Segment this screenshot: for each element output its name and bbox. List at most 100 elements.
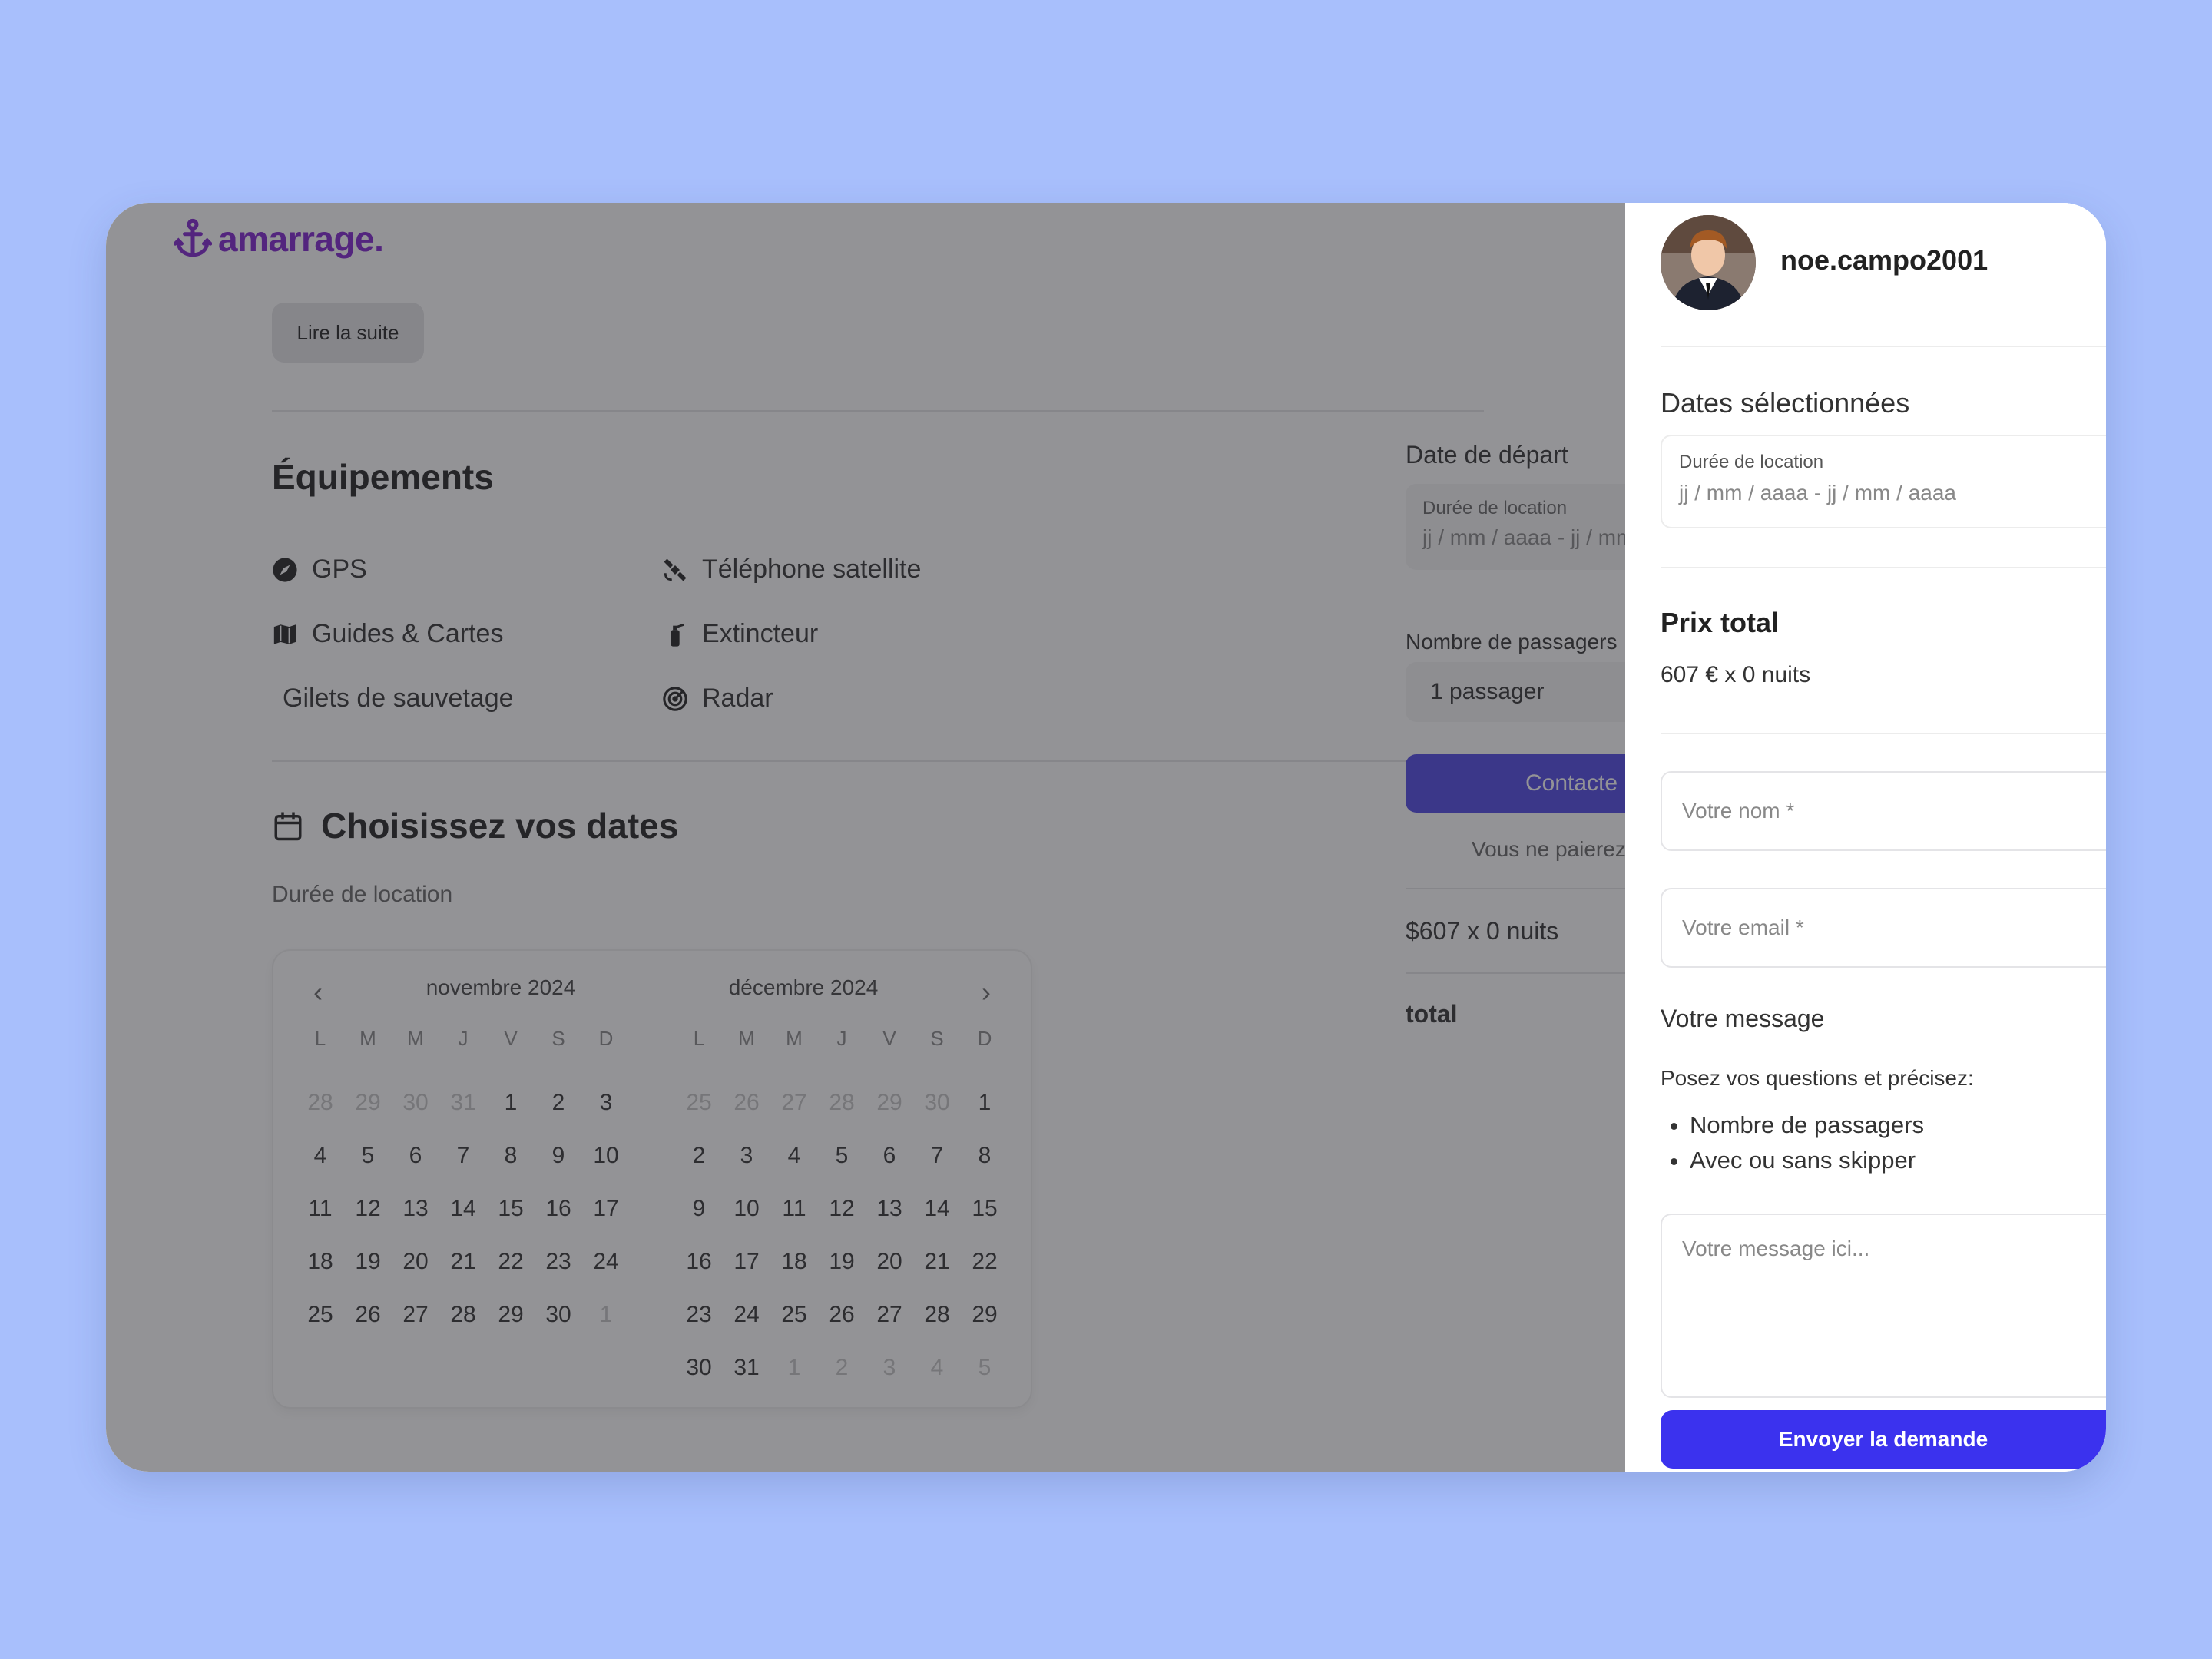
calendar-day[interactable]: 3 (723, 1129, 770, 1182)
calendar-day[interactable]: 22 (487, 1235, 535, 1288)
weekday-label: L (314, 1027, 326, 1050)
calendar-day[interactable]: 2 (535, 1076, 582, 1129)
calendar-day[interactable]: 6 (866, 1129, 913, 1182)
calendar-day[interactable]: 9 (535, 1129, 582, 1182)
month-title: décembre 2024 (728, 975, 879, 999)
calendar-day[interactable]: 5 (344, 1129, 392, 1182)
calendar-day[interactable]: 14 (439, 1182, 487, 1235)
calendar-day[interactable]: 26 (344, 1288, 392, 1341)
calendar-day[interactable]: 20 (392, 1235, 439, 1288)
calendar-day[interactable]: 29 (961, 1288, 1008, 1341)
calendar-day[interactable]: 30 (913, 1076, 961, 1129)
calendar-day[interactable]: 5 (961, 1341, 1008, 1394)
avatar (1661, 215, 1756, 310)
calendar-day[interactable]: 25 (675, 1076, 723, 1129)
calendar-day[interactable]: 28 (818, 1076, 866, 1129)
calendar-day[interactable]: 3 (582, 1076, 630, 1129)
calendar-day[interactable]: 23 (535, 1235, 582, 1288)
calendar-day[interactable]: 16 (675, 1235, 723, 1288)
calendar-day[interactable]: 15 (961, 1182, 1008, 1235)
calendar-day[interactable]: 1 (487, 1076, 535, 1129)
divider (1661, 346, 2106, 347)
calendar-day[interactable]: 13 (392, 1182, 439, 1235)
duration-field-label: Durée de location (1422, 498, 1568, 518)
calendar-day[interactable]: 22 (961, 1235, 1008, 1288)
duration-input[interactable]: Durée de location jj / mm / aaaa - jj / … (1406, 484, 1644, 570)
list-item: Avec ou sans skipper (1690, 1143, 1924, 1178)
calendar-day[interactable]: 23 (675, 1288, 723, 1341)
next-month-button[interactable]: › (972, 979, 1000, 1006)
calendar-day[interactable]: 6 (392, 1129, 439, 1182)
calendar-day[interactable]: 8 (487, 1129, 535, 1182)
calendar-day[interactable]: 4 (296, 1129, 344, 1182)
calendar-day[interactable]: 20 (866, 1235, 913, 1288)
calendar-day[interactable]: 26 (818, 1288, 866, 1341)
prev-month-button[interactable]: ‹ (304, 979, 332, 1006)
amenity-label: Téléphone satellite (702, 555, 922, 584)
send-request-button[interactable]: Envoyer la demande (1661, 1410, 2106, 1469)
calendar-day[interactable]: 30 (535, 1288, 582, 1341)
calendar-day[interactable]: 18 (296, 1235, 344, 1288)
calendar-day[interactable]: 16 (535, 1182, 582, 1235)
passengers-label: Nombre de passagers (1406, 630, 1618, 654)
calendar-day[interactable]: 29 (866, 1076, 913, 1129)
calendar-day[interactable]: 9 (675, 1182, 723, 1235)
calendar-day[interactable]: 18 (770, 1235, 818, 1288)
calendar-day[interactable]: 2 (818, 1341, 866, 1394)
calendar-day[interactable]: 28 (296, 1076, 344, 1129)
calendar-day[interactable]: 21 (439, 1235, 487, 1288)
calendar-day[interactable]: 4 (913, 1341, 961, 1394)
weekday-label: L (693, 1027, 705, 1050)
calendar-day[interactable]: 15 (487, 1182, 535, 1235)
calendar-day[interactable]: 1 (582, 1288, 630, 1341)
calendar-day[interactable]: 25 (770, 1288, 818, 1341)
calendar-day[interactable]: 13 (866, 1182, 913, 1235)
selected-dates-field[interactable]: Durée de location jj / mm / aaaa - jj / … (1661, 435, 2106, 528)
calendar-day[interactable]: 10 (723, 1182, 770, 1235)
passengers-select[interactable]: 1 passager (1406, 662, 1644, 722)
message-textarea[interactable]: Votre message ici... (1661, 1214, 2106, 1398)
choose-dates-heading: Choisissez vos dates (272, 805, 678, 846)
calendar-day[interactable]: 7 (439, 1129, 487, 1182)
calendar-day[interactable]: 21 (913, 1235, 961, 1288)
calendar-day[interactable]: 5 (818, 1129, 866, 1182)
calendar-day[interactable]: 30 (392, 1076, 439, 1129)
contact-button[interactable]: Contacte (1406, 754, 1659, 813)
amenity-label: Radar (702, 684, 773, 713)
logo[interactable]: amarrage. (174, 218, 384, 260)
calendar-day[interactable]: 31 (723, 1341, 770, 1394)
calendar-day[interactable]: 11 (770, 1182, 818, 1235)
calendar-day[interactable]: 30 (675, 1341, 723, 1394)
calendar-day[interactable]: 19 (344, 1235, 392, 1288)
calendar-day[interactable]: 7 (913, 1129, 961, 1182)
calendar-day[interactable]: 27 (392, 1288, 439, 1341)
calendar-day[interactable]: 29 (487, 1288, 535, 1341)
calendar-day[interactable]: 26 (723, 1076, 770, 1129)
calendar-day[interactable]: 27 (770, 1076, 818, 1129)
calendar-day[interactable]: 19 (818, 1235, 866, 1288)
calendar-day[interactable]: 27 (866, 1288, 913, 1341)
calendar-day[interactable]: 1 (770, 1341, 818, 1394)
calendar-day[interactable]: 17 (723, 1235, 770, 1288)
calendar-day[interactable]: 28 (439, 1288, 487, 1341)
calendar-day[interactable]: 24 (582, 1235, 630, 1288)
calendar-day[interactable]: 4 (770, 1129, 818, 1182)
calendar-day[interactable]: 29 (344, 1076, 392, 1129)
calendar-day[interactable]: 1 (961, 1076, 1008, 1129)
calendar-day[interactable]: 11 (296, 1182, 344, 1235)
calendar-day[interactable]: 28 (913, 1288, 961, 1341)
calendar-day[interactable]: 17 (582, 1182, 630, 1235)
calendar-day[interactable]: 12 (344, 1182, 392, 1235)
calendar-day[interactable]: 10 (582, 1129, 630, 1182)
calendar-day[interactable]: 31 (439, 1076, 487, 1129)
calendar-day[interactable]: 2 (675, 1129, 723, 1182)
calendar-day[interactable]: 8 (961, 1129, 1008, 1182)
email-input[interactable]: Votre email * (1661, 888, 2106, 968)
calendar-day[interactable]: 24 (723, 1288, 770, 1341)
name-input[interactable]: Votre nom * (1661, 771, 2106, 851)
calendar-day[interactable]: 12 (818, 1182, 866, 1235)
calendar-day[interactable]: 14 (913, 1182, 961, 1235)
calendar-day[interactable]: 3 (866, 1341, 913, 1394)
read-more-button[interactable]: Lire la suite (272, 303, 424, 363)
calendar-day[interactable]: 25 (296, 1288, 344, 1341)
